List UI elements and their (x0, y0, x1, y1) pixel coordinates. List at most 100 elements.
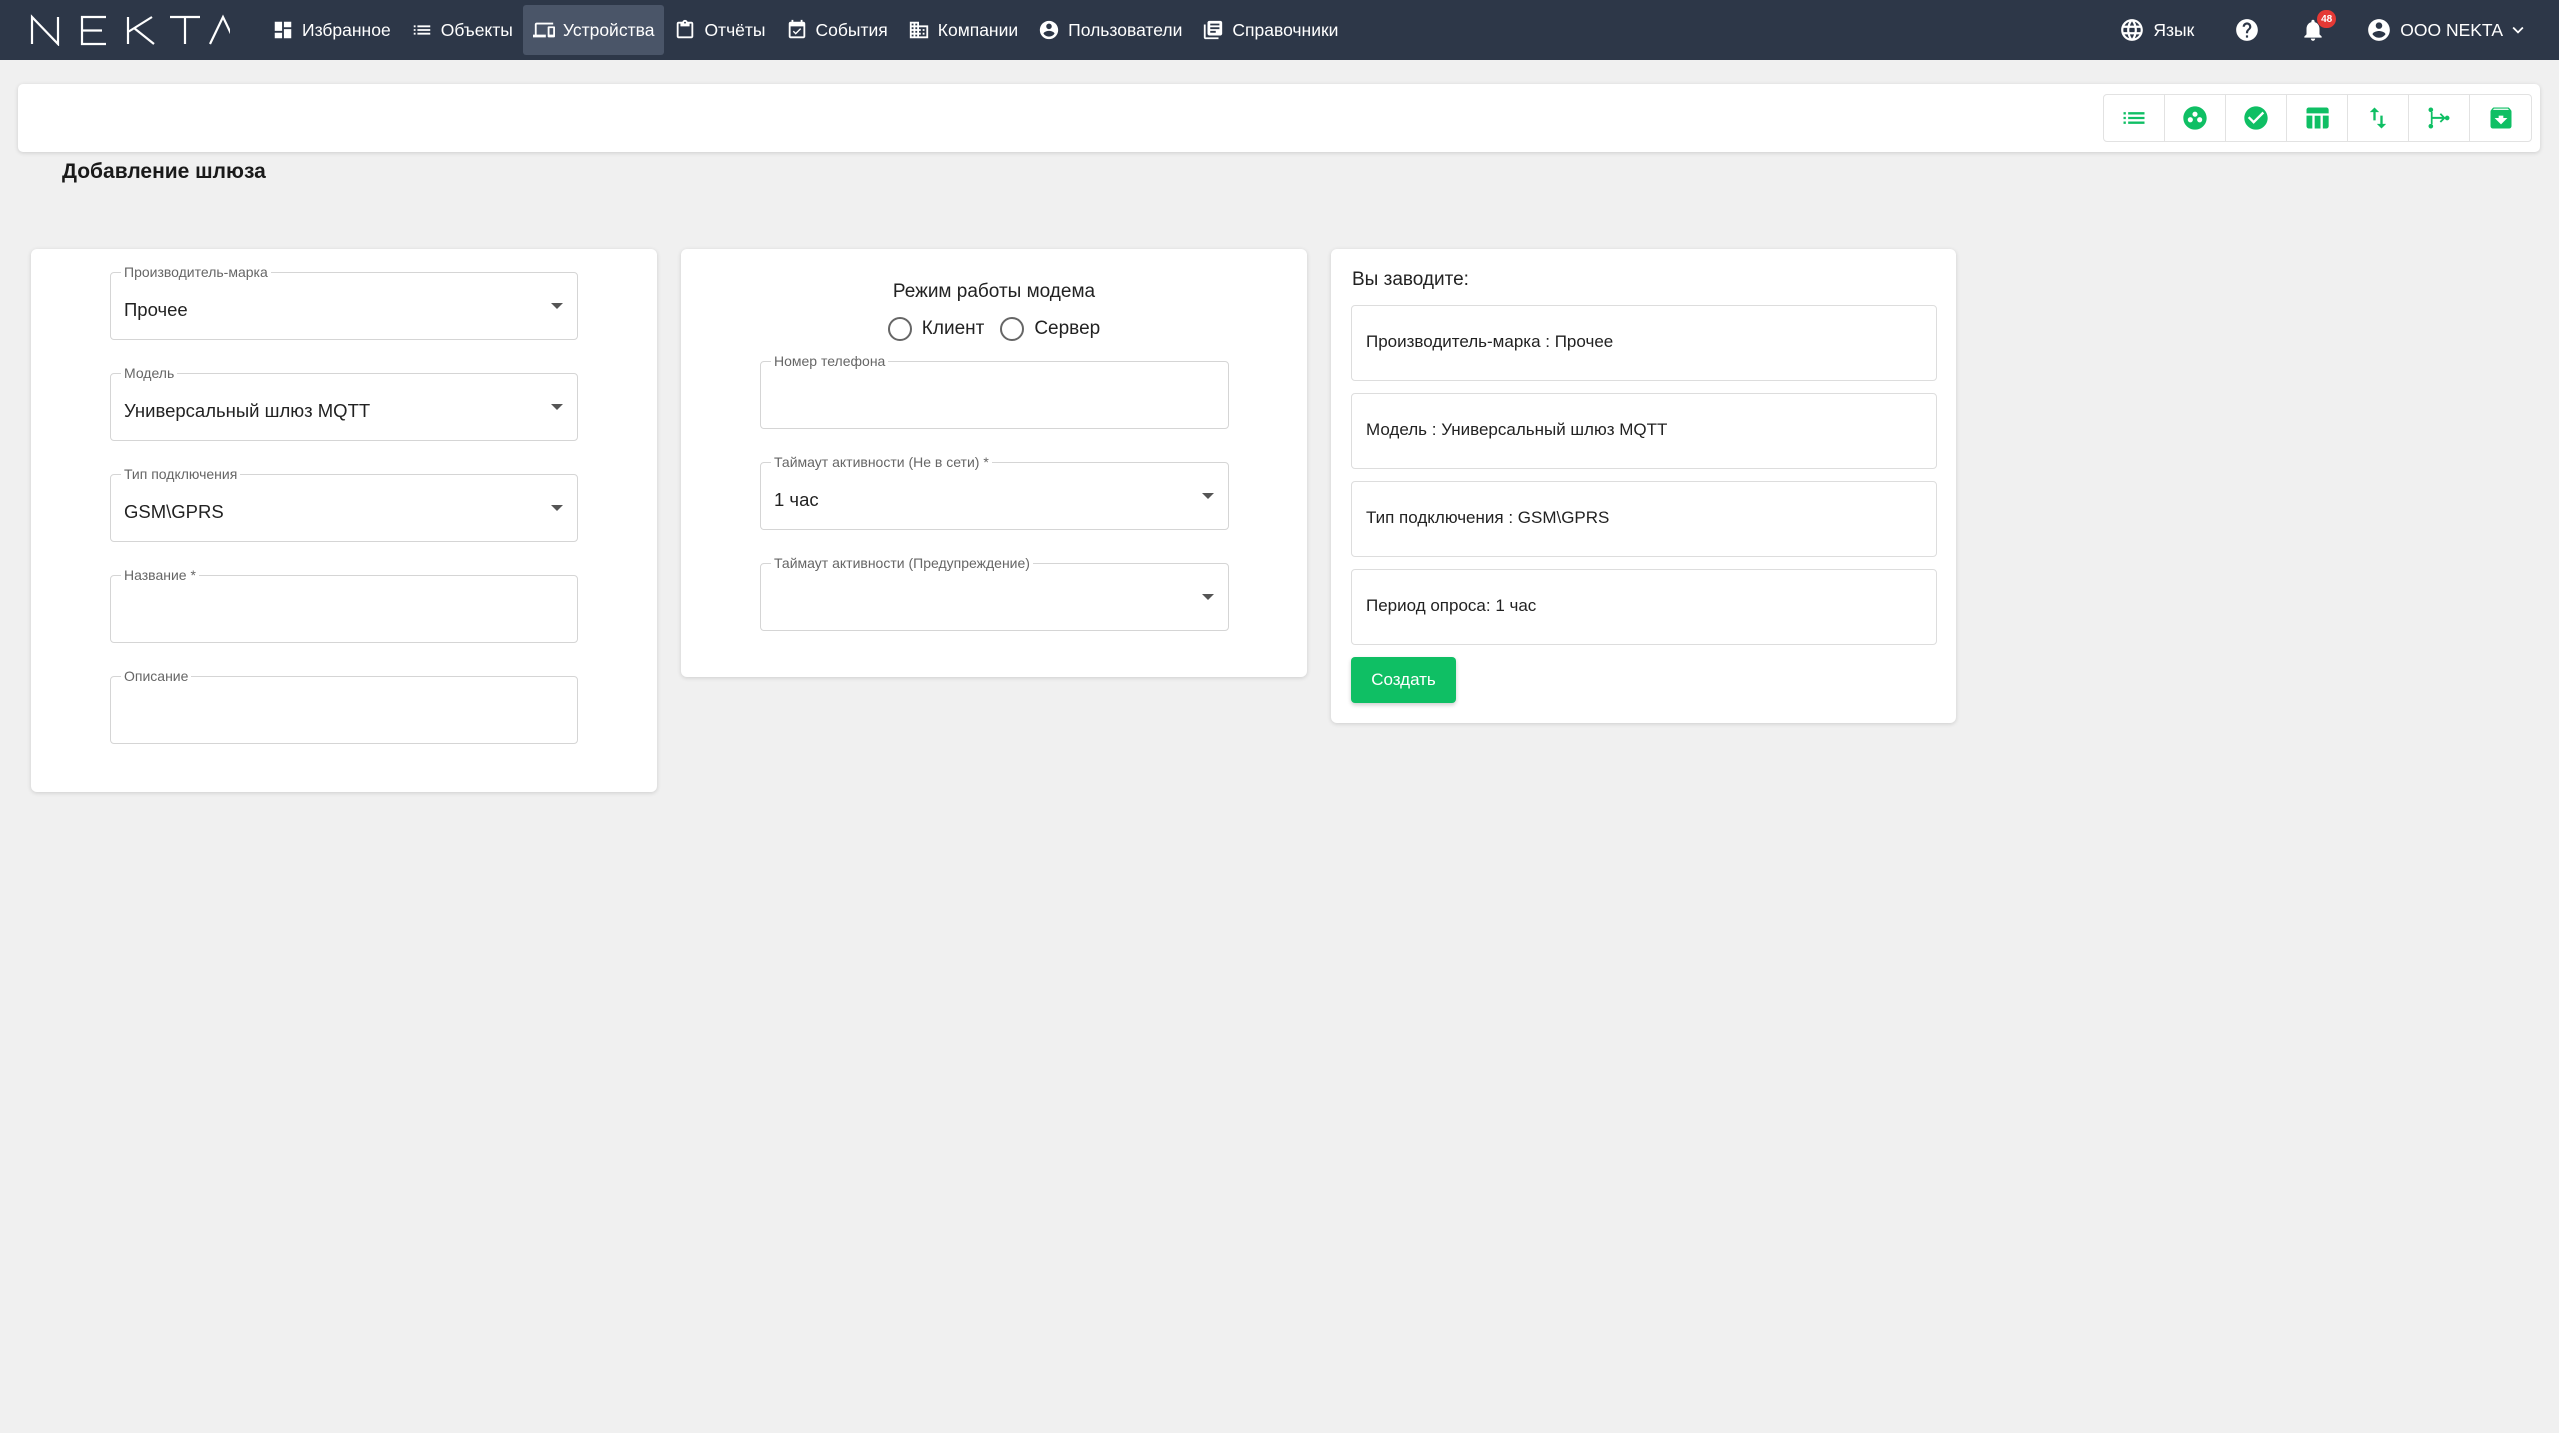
field-label: Тип подключения (121, 466, 241, 482)
create-button[interactable]: Создать (1351, 657, 1456, 703)
radio-label: Клиент (921, 318, 985, 339)
summary-item: Производитель-марка : Прочее (1351, 305, 1937, 381)
phone-input[interactable] (773, 380, 1216, 410)
nav-item-label: Компании (937, 19, 1019, 40)
summary-item: Тип подключения : GSM\GPRS (1351, 481, 1937, 557)
branch-button[interactable] (2409, 95, 2470, 141)
help-icon (2236, 19, 2259, 41)
list-icon (2123, 112, 2145, 124)
model-select[interactable]: Модель Универсальный шлюз MQTT (110, 365, 578, 441)
summary-text: Модель : Универсальный шлюз MQTT (1366, 420, 1668, 439)
language-button[interactable]: Язык (2119, 17, 2194, 43)
field-label: Описание (121, 668, 192, 684)
nav-item-reports[interactable]: Отчёты (664, 5, 775, 55)
account-circle-icon (2368, 19, 2391, 41)
field-label: Название * (121, 567, 199, 583)
radio-label: Сервер (1034, 318, 1101, 339)
field-value: 1 час (774, 489, 819, 510)
nav-item-companies[interactable]: Компании (898, 5, 1028, 55)
top-navbar: Избранное Объекты Устройства Отчёты Собы… (0, 0, 2559, 60)
summary-card: Вы заводите: Производитель-марка : Проче… (1331, 249, 1956, 723)
name-input[interactable] (123, 594, 565, 624)
globe-icon (2121, 19, 2144, 41)
nav-item-label: Справочники (1232, 19, 1339, 40)
radio-client[interactable]: Клиент (887, 317, 985, 341)
summary-text: Тип подключения : GSM\GPRS (1366, 508, 1610, 527)
nav-item-events[interactable]: События (776, 5, 898, 55)
nav-item-label: Пользователи (1068, 19, 1183, 40)
device-fields-card: Производитель-марка Прочее Модель Универ… (31, 249, 657, 792)
account-label: ООО NEKTA (2400, 19, 2503, 40)
summary-text: Производитель-марка : Прочее (1366, 332, 1614, 351)
radio-circle[interactable] (1000, 317, 1025, 341)
field-label: Модель (121, 365, 178, 381)
main-nav: Избранное Объекты Устройства Отчёты Собы… (262, 5, 1348, 55)
modem-mode-radio-group: Клиент Сервер (681, 317, 1307, 341)
check-button[interactable] (2226, 95, 2287, 141)
summary-item: Период опроса: 1 час (1351, 569, 1937, 645)
table-icon (2306, 107, 2329, 129)
import-export-button[interactable] (2348, 95, 2409, 141)
list-view-button[interactable] (2104, 95, 2165, 141)
dropdown-arrow-icon (1202, 594, 1214, 600)
nav-item-label: Избранное (302, 19, 391, 40)
list-icon (413, 25, 430, 35)
notifications-button[interactable]: 48 (2300, 10, 2337, 43)
nekta-logo[interactable] (30, 14, 230, 46)
archive-icon (2490, 107, 2511, 129)
description-field[interactable]: Описание (110, 668, 578, 744)
modem-mode-title: Режим работы модема (892, 281, 1096, 302)
calendar-check-icon (788, 19, 805, 39)
dropdown-arrow-icon (551, 404, 563, 410)
books-icon (1204, 20, 1223, 40)
nav-item-favorites[interactable]: Избранное (262, 5, 401, 55)
branch-icon (2428, 107, 2450, 129)
language-label: Язык (2153, 19, 2195, 40)
check-circle-icon (2244, 106, 2268, 130)
swap-vertical-icon (2369, 107, 2387, 129)
manufacturer-select[interactable]: Производитель-марка Прочее (110, 264, 578, 340)
dropdown-arrow-icon (1202, 493, 1214, 499)
timeout-offline-select[interactable]: Таймаут активности (Не в сети) * 1 час (760, 454, 1229, 530)
summary-text: Период опроса: 1 час (1366, 596, 1537, 615)
account-menu[interactable]: ООО NEKTA (2366, 17, 2529, 43)
group-view-button[interactable] (2165, 95, 2226, 141)
field-label: Производитель-марка (121, 264, 271, 280)
timeout-warning-select[interactable]: Таймаут активности (Предупреждение) (760, 555, 1229, 631)
summary-item: Модель : Универсальный шлюз MQTT (1351, 393, 1937, 469)
group-icon (2183, 106, 2207, 130)
nav-item-devices[interactable]: Устройства (522, 5, 665, 55)
nav-item-references[interactable]: Справочники (1192, 5, 1348, 55)
modem-settings-card: Режим работы модема Клиент Сервер Номер … (681, 249, 1307, 677)
phone-field[interactable]: Номер телефона (760, 353, 1229, 429)
archive-button[interactable] (2470, 95, 2531, 141)
name-field[interactable]: Название * (110, 567, 578, 643)
toolbar-button-group (2103, 94, 2532, 142)
field-value: Прочее (124, 299, 188, 320)
field-label: Таймаут активности (Не в сети) * (771, 454, 992, 470)
building-icon (909, 21, 928, 39)
connection-type-select[interactable]: Тип подключения GSM\GPRS (110, 466, 578, 542)
field-value: Универсальный шлюз MQTT (124, 400, 371, 421)
page-title: Добавление шлюза (62, 160, 266, 183)
dropdown-arrow-icon (551, 505, 563, 511)
dropdown-arrow-icon (551, 303, 563, 309)
nav-item-users[interactable]: Пользователи (1028, 5, 1192, 55)
summary-title: Вы заводите: (1352, 269, 1469, 290)
nav-item-label: Устройства (562, 19, 655, 40)
notification-count-badge: 48 (2317, 10, 2337, 28)
nav-item-label: События (815, 19, 888, 40)
nav-item-label: Объекты (440, 19, 513, 40)
description-input[interactable] (123, 695, 565, 725)
chevron-down-icon (2512, 26, 2524, 34)
nav-item-objects[interactable]: Объекты (401, 5, 523, 55)
table-view-button[interactable] (2287, 95, 2348, 141)
user-nav: Язык 48 ООО NEKTA (2079, 0, 2529, 60)
radio-server[interactable]: Сервер (1000, 317, 1100, 341)
help-button[interactable] (2234, 17, 2260, 43)
radio-circle[interactable] (887, 317, 912, 341)
nav-item-label: Отчёты (704, 19, 766, 40)
field-value: GSM\GPRS (124, 501, 224, 522)
action-toolbar (18, 84, 2540, 152)
field-label: Таймаут активности (Предупреждение) (771, 555, 1033, 571)
